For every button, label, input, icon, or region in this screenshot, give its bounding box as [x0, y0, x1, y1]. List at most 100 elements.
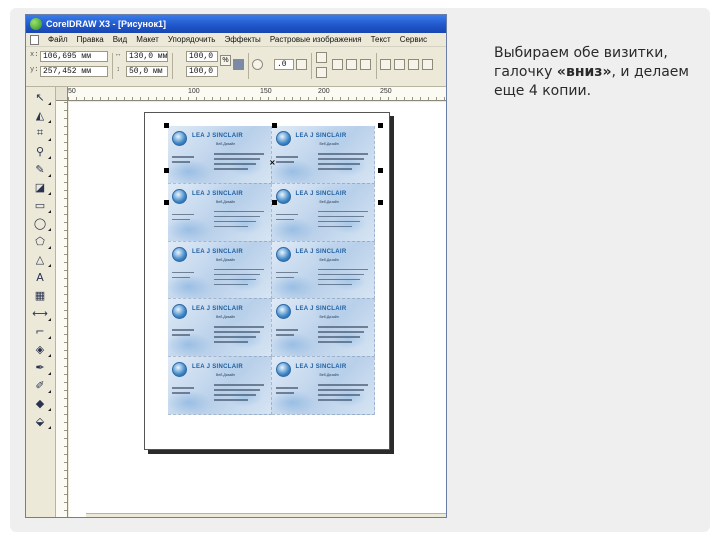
rotation-icon	[252, 59, 263, 70]
shape-tool-icon[interactable]: ◭	[32, 107, 51, 123]
width-input[interactable]	[126, 51, 168, 62]
business-card[interactable]: LEA J SINCLAIR Веб-Дизайн	[168, 241, 272, 300]
text-tool-icon[interactable]: A	[32, 269, 48, 285]
card-text-line	[317, 268, 368, 271]
menu-tools[interactable]: Сервис	[400, 35, 427, 44]
height-input[interactable]	[126, 66, 168, 77]
ruler-origin[interactable]	[56, 87, 68, 101]
scale-width-input[interactable]	[186, 51, 218, 62]
x-position-input[interactable]	[40, 51, 108, 62]
menu-layout[interactable]: Макет	[136, 35, 159, 44]
horizontal-ruler[interactable]: 50 100 150 200 250	[68, 87, 446, 101]
dimension-tool-icon[interactable]: ⟷	[32, 305, 51, 321]
weld-icon[interactable]	[380, 59, 391, 70]
title-bar[interactable]: CorelDRAW X3 - [Рисунок1]	[26, 15, 446, 33]
selection-handle-br[interactable]	[378, 200, 383, 205]
x-position-field[interactable]: x:	[30, 51, 108, 62]
selection-handle-mr[interactable]	[378, 168, 383, 173]
menu-arrange[interactable]: Упорядочить	[168, 35, 216, 44]
business-card[interactable]: LEA J SINCLAIR Веб-Дизайн	[168, 183, 272, 242]
rotation-field[interactable]	[264, 59, 294, 70]
degree-icon	[296, 59, 307, 70]
selection-handle-ml[interactable]	[164, 168, 169, 173]
menu-bitmaps[interactable]: Растровые изображения	[270, 35, 362, 44]
ungroup-all-icon[interactable]	[360, 59, 371, 70]
mirror-horizontal-icon[interactable]	[316, 52, 327, 63]
business-card[interactable]: LEA J SINCLAIR Веб-Дизайн	[271, 183, 375, 242]
card-role: Веб-Дизайн	[319, 315, 339, 320]
intersect-icon[interactable]	[408, 59, 419, 70]
card-text-line	[317, 210, 368, 213]
pick-tool-icon[interactable]: ↖	[32, 89, 51, 105]
interactive-blend-tool-icon[interactable]: ◈	[32, 341, 51, 357]
basic-shapes-tool-icon[interactable]: △	[32, 251, 51, 267]
card-text-line	[317, 168, 352, 170]
x-label: x:	[30, 51, 39, 59]
selection-handle-tm[interactable]	[272, 123, 277, 128]
height-field[interactable]: ↕	[116, 66, 168, 77]
ellipse-tool-icon[interactable]: ◯	[32, 215, 51, 231]
eyedropper-tool-icon[interactable]: ✒	[32, 359, 51, 375]
rotation-input[interactable]	[274, 59, 294, 70]
scale-height-field[interactable]	[176, 66, 218, 77]
selection-handle-tl[interactable]	[164, 123, 169, 128]
card-text-line	[317, 389, 364, 391]
interactive-fill-tool-icon[interactable]: ⬙	[32, 413, 51, 429]
mirror-vertical-icon[interactable]	[316, 67, 327, 78]
card-text-line	[172, 387, 194, 389]
card-logo-icon	[172, 131, 187, 146]
menu-file[interactable]: Файл	[48, 35, 68, 44]
smart-fill-tool-icon[interactable]: ◪	[32, 179, 51, 195]
card-text-line	[214, 168, 248, 170]
connector-tool-icon[interactable]: ⌐	[32, 323, 51, 339]
card-text-line	[172, 276, 190, 279]
business-card[interactable]: LEA J SINCLAIR Веб-Дизайн	[168, 357, 272, 415]
scale-width-field[interactable]	[176, 51, 218, 62]
card-text-line	[214, 389, 260, 391]
outline-tool-icon[interactable]: ✐	[32, 377, 51, 393]
scale-height-input[interactable]	[186, 66, 218, 77]
card-text-line	[275, 392, 294, 394]
y-position-input[interactable]	[40, 66, 108, 77]
selection-handle-tr[interactable]	[378, 123, 383, 128]
ungroup-icon[interactable]	[346, 59, 357, 70]
selection-handle-bm[interactable]	[272, 200, 277, 205]
business-card[interactable]: LEA J SINCLAIR Веб-Дизайн	[271, 126, 375, 184]
document-icon[interactable]	[30, 34, 39, 45]
card-text-line	[214, 283, 248, 286]
card-role: Веб-Дизайн	[216, 257, 236, 262]
card-text-line	[275, 276, 294, 279]
zoom-tool-icon[interactable]: ⚲	[32, 143, 51, 159]
card-text-line	[317, 384, 368, 386]
ruler-tick: 150	[260, 88, 272, 95]
lock-ratio-icon[interactable]	[233, 59, 244, 70]
document-page[interactable]: LEA J SINCLAIR Веб-Дизайн LEA J SINCLAIR Ве…	[144, 112, 390, 450]
menu-edit[interactable]: Правка	[77, 35, 104, 44]
width-field[interactable]: ↔	[116, 51, 168, 62]
business-card[interactable]: LEA J SINCLAIR Веб-Дизайн	[271, 299, 375, 358]
simplify-icon[interactable]	[422, 59, 433, 70]
polygon-tool-icon[interactable]: ⬠	[32, 233, 51, 249]
menu-view[interactable]: Вид	[113, 35, 127, 44]
selection-handle-bl[interactable]	[164, 200, 169, 205]
freehand-tool-icon[interactable]: ✎	[32, 161, 51, 177]
selection-center-icon[interactable]: ×	[269, 158, 276, 167]
y-position-field[interactable]: y:	[30, 66, 108, 77]
menu-text[interactable]: Текст	[371, 35, 391, 44]
business-card[interactable]: LEA J SINCLAIR Веб-Дизайн	[168, 126, 272, 184]
business-card[interactable]: LEA J SINCLAIR Веб-Дизайн	[271, 357, 375, 415]
rectangle-tool-icon[interactable]: ▭	[32, 197, 51, 213]
crop-tool-icon[interactable]: ⌗	[32, 125, 51, 141]
business-card[interactable]: LEA J SINCLAIR Веб-Дизайн	[271, 241, 375, 300]
group-icon[interactable]	[332, 59, 343, 70]
menu-effects[interactable]: Эффекты	[224, 35, 260, 44]
fill-tool-icon[interactable]: ◆	[32, 395, 51, 411]
drawing-canvas[interactable]: LEA J SINCLAIR Веб-Дизайн LEA J SINCLAIR Ве…	[69, 102, 446, 517]
card-text-line	[317, 153, 368, 155]
business-card[interactable]: LEA J SINCLAIR Веб-Дизайн	[168, 299, 272, 358]
vertical-ruler[interactable]	[56, 101, 68, 517]
y-label: y:	[30, 66, 39, 74]
trim-icon[interactable]	[394, 59, 405, 70]
table-tool-icon[interactable]: ▦	[32, 287, 48, 303]
card-logo-icon	[275, 188, 291, 204]
